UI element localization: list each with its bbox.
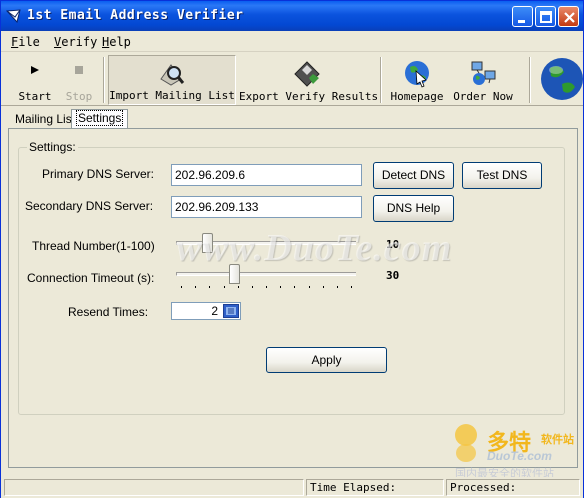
slider-tick [195,286,196,288]
thread-number-value: 10 [386,238,400,251]
connection-timeout-slider[interactable] [176,263,356,289]
maximize-button[interactable] [535,6,556,27]
connection-timeout-label: Connection Timeout (s): [27,271,155,285]
tab-mailing-list[interactable]: Mailing List [11,111,79,128]
settings-group-title: Settings: [27,140,78,154]
slider-tick [209,286,210,288]
slider-tick [238,286,239,288]
timeout-slider-thumb[interactable] [229,264,240,284]
envelope-icon [6,9,21,23]
toolbar-separator [103,57,105,103]
slider-tick [294,286,295,288]
resend-times-spinner[interactable]: 2 [171,302,241,320]
slider-tick [252,286,253,288]
slider-tick [351,286,352,288]
slider-tick [266,286,267,288]
test-dns-button[interactable]: Test DNS [462,162,542,189]
slider-tick [181,286,182,288]
status-bar: Time Elapsed: Processed: [1,477,583,498]
play-icon [31,66,39,74]
toolbar-separator [380,57,382,103]
import-mailing-list-button[interactable]: Import Mailing List [108,55,236,105]
menu-help[interactable]: Help [102,35,131,49]
processed-status: Processed: [446,479,580,496]
slider-tick [280,286,281,288]
toolbar-separator [529,57,531,103]
time-elapsed-status: Time Elapsed: [306,479,444,496]
order-now-button[interactable]: Order Now [451,55,515,105]
globe-icon [405,61,429,88]
stop-button[interactable]: Stop [59,55,99,105]
resend-times-value: 2 [211,304,218,318]
tab-settings[interactable]: Settings [71,109,129,128]
export-verify-results-button[interactable]: Export Verify Results [239,55,378,105]
toolbar: Start Stop Import Mailing List Export Ve… [1,53,583,106]
magnifier-icon [160,64,185,86]
title-bar[interactable]: 1st Email Address Verifier [1,1,583,31]
homepage-button[interactable]: Homepage [387,55,447,105]
slider-tick [224,286,225,288]
settings-panel: Settings: Primary DNS Server: Secondary … [8,128,578,468]
app-logo-globe-icon [541,58,583,100]
window-title: 1st Email Address Verifier [27,8,244,23]
menu-bar: File Verify Help [1,32,583,52]
secondary-dns-input[interactable] [171,196,362,218]
start-button[interactable]: Start [13,55,57,105]
menu-verify[interactable]: Verify [54,35,97,49]
floppy-disk-icon [294,61,320,87]
minimize-icon [518,20,525,23]
minimize-button[interactable] [512,6,533,27]
close-icon [564,12,575,23]
primary-dns-input[interactable] [171,164,362,186]
close-button[interactable] [558,6,579,27]
dns-help-button[interactable]: DNS Help [373,195,454,222]
apply-button[interactable]: Apply [266,347,387,373]
timeout-slider-ticks [181,286,352,288]
primary-dns-label: Primary DNS Server: [42,167,155,181]
thread-slider-thumb[interactable] [202,233,213,253]
thread-number-slider[interactable] [176,232,356,258]
app-window: 1st Email Address Verifier File Verify H… [0,0,584,498]
connection-timeout-value: 30 [386,269,400,282]
stop-icon [75,66,83,74]
detect-dns-button[interactable]: Detect DNS [373,162,454,189]
thread-number-label: Thread Number(1-100) [32,239,155,253]
menu-file[interactable]: File [11,35,40,49]
maximize-icon [540,11,552,23]
network-icon [471,61,496,85]
secondary-dns-label: Secondary DNS Server: [25,199,154,213]
spinner-button-icon[interactable] [223,304,239,318]
slider-tick [337,286,338,288]
resend-times-label: Resend Times: [68,305,149,319]
slider-tick [323,286,324,288]
status-pane-main [4,479,304,496]
settings-group: Settings: Primary DNS Server: Secondary … [18,140,565,415]
slider-tick [309,286,310,288]
